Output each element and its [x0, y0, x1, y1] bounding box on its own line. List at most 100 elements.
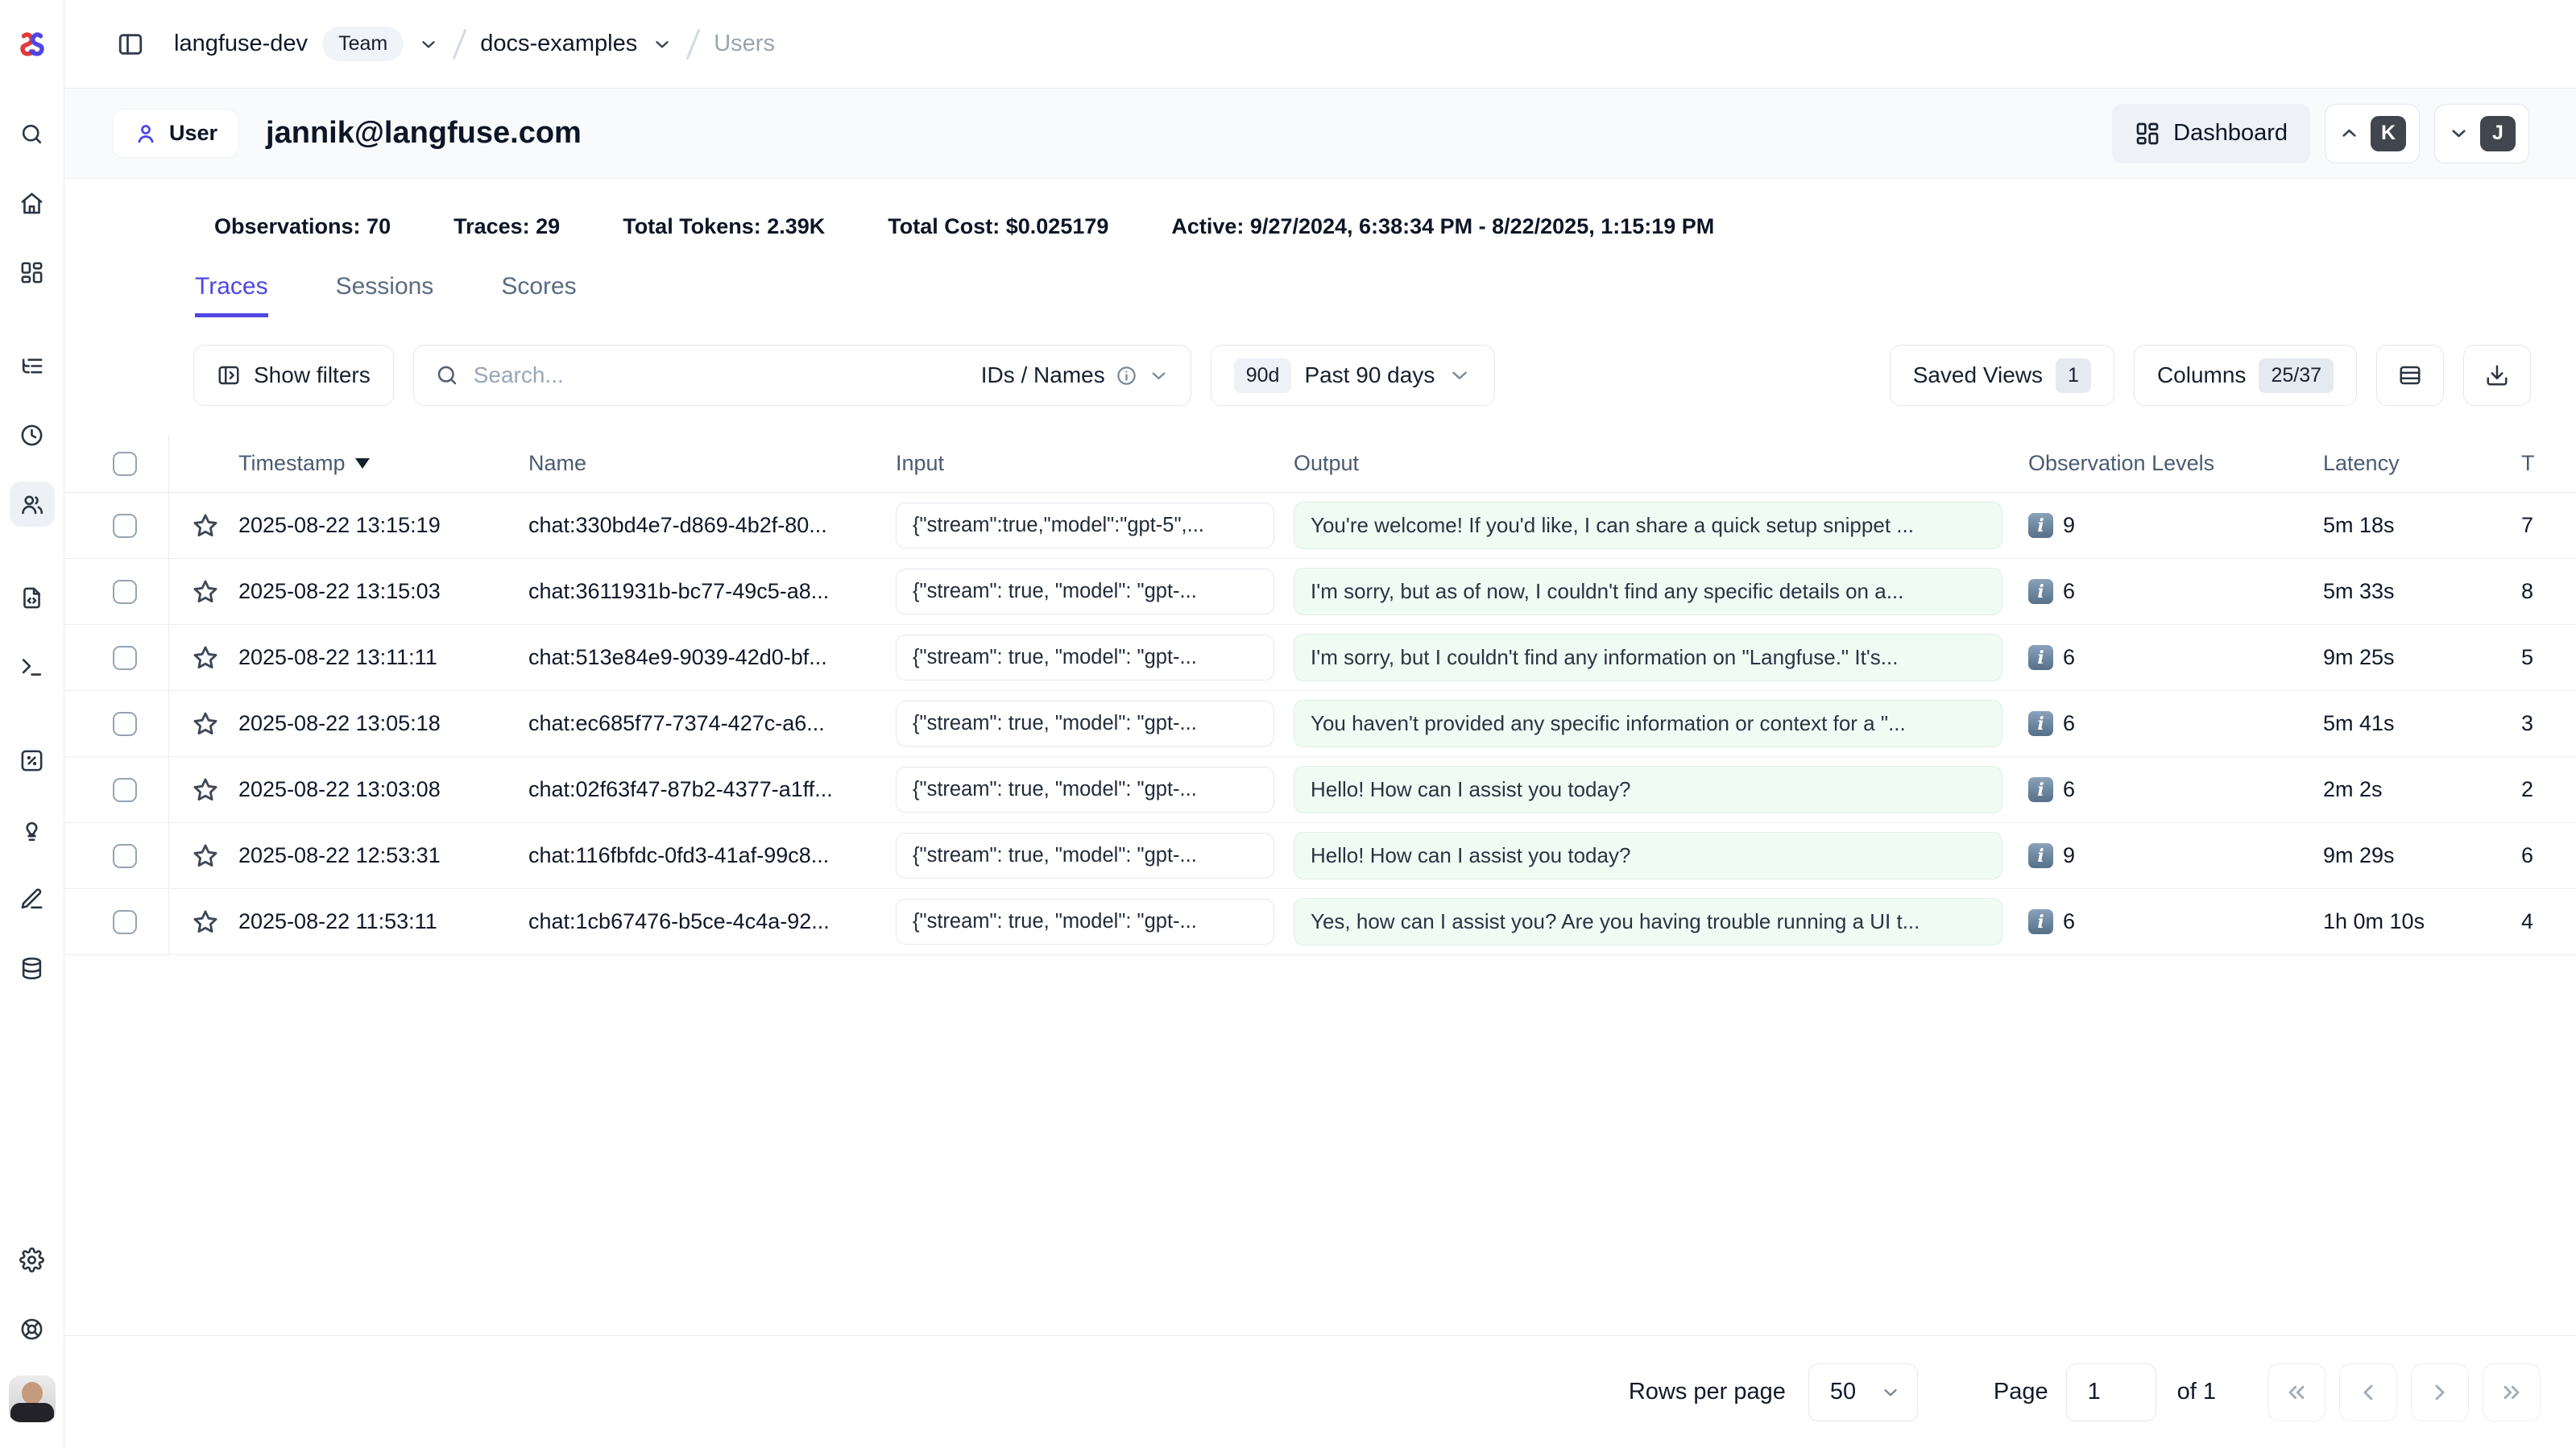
- sidebar-item-annotation[interactable]: [10, 876, 55, 921]
- last-page-button[interactable]: [2483, 1363, 2541, 1421]
- star-icon[interactable]: [192, 710, 219, 738]
- observation-count: 9: [2063, 513, 2075, 538]
- date-range-button[interactable]: 90d Past 90 days: [1211, 345, 1496, 406]
- tab[interactable]: Scores: [501, 273, 576, 317]
- table-row[interactable]: 2025-08-22 13:15:03 chat:3611931b-bc77-4…: [64, 559, 2576, 625]
- star-icon[interactable]: [192, 908, 219, 936]
- name-cell[interactable]: chat:02f63f47-87b2-4377-a1ff...: [528, 777, 896, 802]
- output-cell[interactable]: I'm sorry, but as of now, I couldn't fin…: [1294, 568, 2002, 615]
- tab[interactable]: Traces: [195, 273, 268, 317]
- breadcrumb-project[interactable]: langfuse-dev: [174, 31, 308, 57]
- breadcrumb-environment[interactable]: docs-examples: [480, 31, 637, 57]
- name-cell[interactable]: chat:513e84e9-9039-42d0-bf...: [528, 645, 896, 670]
- export-button[interactable]: [2463, 345, 2531, 406]
- row-checkbox[interactable]: [113, 646, 137, 670]
- name-cell[interactable]: chat:3611931b-bc77-49c5-a8...: [528, 579, 896, 604]
- table-row[interactable]: 2025-08-22 13:11:11 chat:513e84e9-9039-4…: [64, 625, 2576, 691]
- langfuse-logo-icon[interactable]: [14, 26, 50, 61]
- row-checkbox[interactable]: [113, 778, 137, 802]
- row-height-button[interactable]: [2376, 345, 2444, 406]
- input-cell[interactable]: {"stream": true, "model": "gpt-...: [896, 701, 1274, 747]
- name-cell[interactable]: chat:330bd4e7-d869-4b2f-80...: [528, 513, 896, 538]
- star-icon[interactable]: [192, 578, 219, 606]
- row-checkbox[interactable]: [113, 712, 137, 736]
- sidebar-item-prompts[interactable]: [10, 575, 55, 620]
- chevron-down-icon[interactable]: [418, 34, 439, 55]
- search-scope-dropdown[interactable]: IDs / Names: [981, 362, 1170, 388]
- chevron-down-icon[interactable]: [652, 34, 673, 55]
- sidebar-item-datasets[interactable]: [10, 945, 55, 991]
- sidebar-item-ideas[interactable]: [10, 807, 55, 852]
- sidebar-item-evaluation[interactable]: [10, 738, 55, 783]
- input-cell[interactable]: {"stream": true, "model": "gpt-...: [896, 833, 1274, 879]
- row-checkbox[interactable]: [113, 580, 137, 604]
- name-cell[interactable]: chat:1cb67476-b5ce-4c4a-92...: [528, 909, 896, 934]
- search-input[interactable]: [474, 362, 967, 388]
- star-icon[interactable]: [192, 512, 219, 540]
- output-cell[interactable]: Hello! How can I assist you today?: [1294, 766, 2002, 813]
- star-icon[interactable]: [192, 776, 219, 804]
- input-column-header[interactable]: Input: [896, 451, 1294, 476]
- dashboard-button[interactable]: Dashboard: [2112, 104, 2310, 163]
- next-page-button[interactable]: [2411, 1363, 2469, 1421]
- table-row[interactable]: 2025-08-22 13:05:18 chat:ec685f77-7374-4…: [64, 691, 2576, 757]
- input-cell[interactable]: {"stream": true, "model": "gpt-...: [896, 767, 1274, 813]
- input-cell[interactable]: {"stream": true, "model": "gpt-...: [896, 899, 1274, 945]
- timestamp-cell[interactable]: 2025-08-22 13:03:08: [238, 777, 528, 802]
- row-checkbox[interactable]: [113, 910, 137, 934]
- select-all-checkbox[interactable]: [113, 452, 137, 476]
- star-icon[interactable]: [192, 644, 219, 672]
- show-filters-button[interactable]: Show filters: [193, 345, 394, 406]
- sidebar-item-dashboards[interactable]: [10, 250, 55, 295]
- timestamp-cell[interactable]: 2025-08-22 11:53:11: [238, 909, 528, 934]
- output-cell[interactable]: You haven't provided any specific inform…: [1294, 700, 2002, 747]
- output-cell[interactable]: Hello! How can I assist you today?: [1294, 832, 2002, 879]
- output-cell[interactable]: I'm sorry, but I couldn't find any infor…: [1294, 634, 2002, 681]
- input-cell[interactable]: {"stream": true, "model": "gpt-...: [896, 635, 1274, 681]
- output-cell[interactable]: Yes, how can I assist you? Are you havin…: [1294, 898, 2002, 945]
- output-column-header[interactable]: Output: [1294, 451, 2028, 476]
- next-item-button[interactable]: J: [2434, 104, 2529, 163]
- name-cell[interactable]: chat:116fbfdc-0fd3-41af-99c8...: [528, 843, 896, 868]
- sidebar-item-support[interactable]: [10, 1306, 55, 1351]
- table-row[interactable]: 2025-08-22 11:53:11 chat:1cb67476-b5ce-4…: [64, 889, 2576, 955]
- star-icon[interactable]: [192, 842, 219, 870]
- sidebar-item-playground[interactable]: [10, 644, 55, 689]
- row-select-cell: [64, 691, 169, 756]
- sidebar-item-settings[interactable]: [10, 1237, 55, 1282]
- timestamp-cell[interactable]: 2025-08-22 13:05:18: [238, 711, 528, 736]
- sidebar-item-sessions[interactable]: [10, 412, 55, 457]
- timestamp-cell[interactable]: 2025-08-22 13:15:19: [238, 513, 528, 538]
- page-number-input[interactable]: 1: [2066, 1363, 2156, 1421]
- output-cell[interactable]: You're welcome! If you'd like, I can sha…: [1294, 502, 2002, 549]
- timestamp-cell[interactable]: 2025-08-22 12:53:31: [238, 843, 528, 868]
- timestamp-column-header[interactable]: Timestamp: [238, 451, 528, 476]
- name-cell[interactable]: chat:ec685f77-7374-427c-a6...: [528, 711, 896, 736]
- name-column-header[interactable]: Name: [528, 451, 896, 476]
- latency-column-header[interactable]: Latency: [2323, 451, 2521, 476]
- table-row[interactable]: 2025-08-22 12:53:31 chat:116fbfdc-0fd3-4…: [64, 823, 2576, 889]
- row-checkbox[interactable]: [113, 514, 137, 538]
- input-cell[interactable]: {"stream": true, "model": "gpt-...: [896, 569, 1274, 614]
- table-row[interactable]: 2025-08-22 13:15:19 chat:330bd4e7-d869-4…: [64, 493, 2576, 559]
- columns-button[interactable]: Columns 25/37: [2134, 345, 2357, 406]
- saved-views-button[interactable]: Saved Views 1: [1890, 345, 2114, 406]
- input-cell[interactable]: {"stream":true,"model":"gpt-5",...: [896, 503, 1274, 548]
- row-checkbox[interactable]: [113, 844, 137, 868]
- previous-item-button[interactable]: K: [2325, 104, 2420, 163]
- user-avatar[interactable]: [9, 1376, 56, 1422]
- first-page-button[interactable]: [2267, 1363, 2325, 1421]
- previous-page-button[interactable]: [2339, 1363, 2397, 1421]
- timestamp-cell[interactable]: 2025-08-22 13:11:11: [238, 645, 528, 670]
- sidebar-item-users[interactable]: [10, 482, 55, 527]
- tokens-column-header[interactable]: T: [2521, 451, 2576, 476]
- sidebar-item-home[interactable]: [10, 180, 55, 225]
- rows-per-page-select[interactable]: 50: [1808, 1363, 1918, 1421]
- sidebar-item-tracing[interactable]: [10, 343, 55, 388]
- sidebar-item-search[interactable]: [10, 111, 55, 156]
- observation-levels-column-header[interactable]: Observation Levels: [2028, 451, 2323, 476]
- timestamp-cell[interactable]: 2025-08-22 13:15:03: [238, 579, 528, 604]
- tab[interactable]: Sessions: [336, 273, 434, 317]
- table-row[interactable]: 2025-08-22 13:03:08 chat:02f63f47-87b2-4…: [64, 757, 2576, 823]
- sidebar-toggle-button[interactable]: [111, 25, 150, 64]
